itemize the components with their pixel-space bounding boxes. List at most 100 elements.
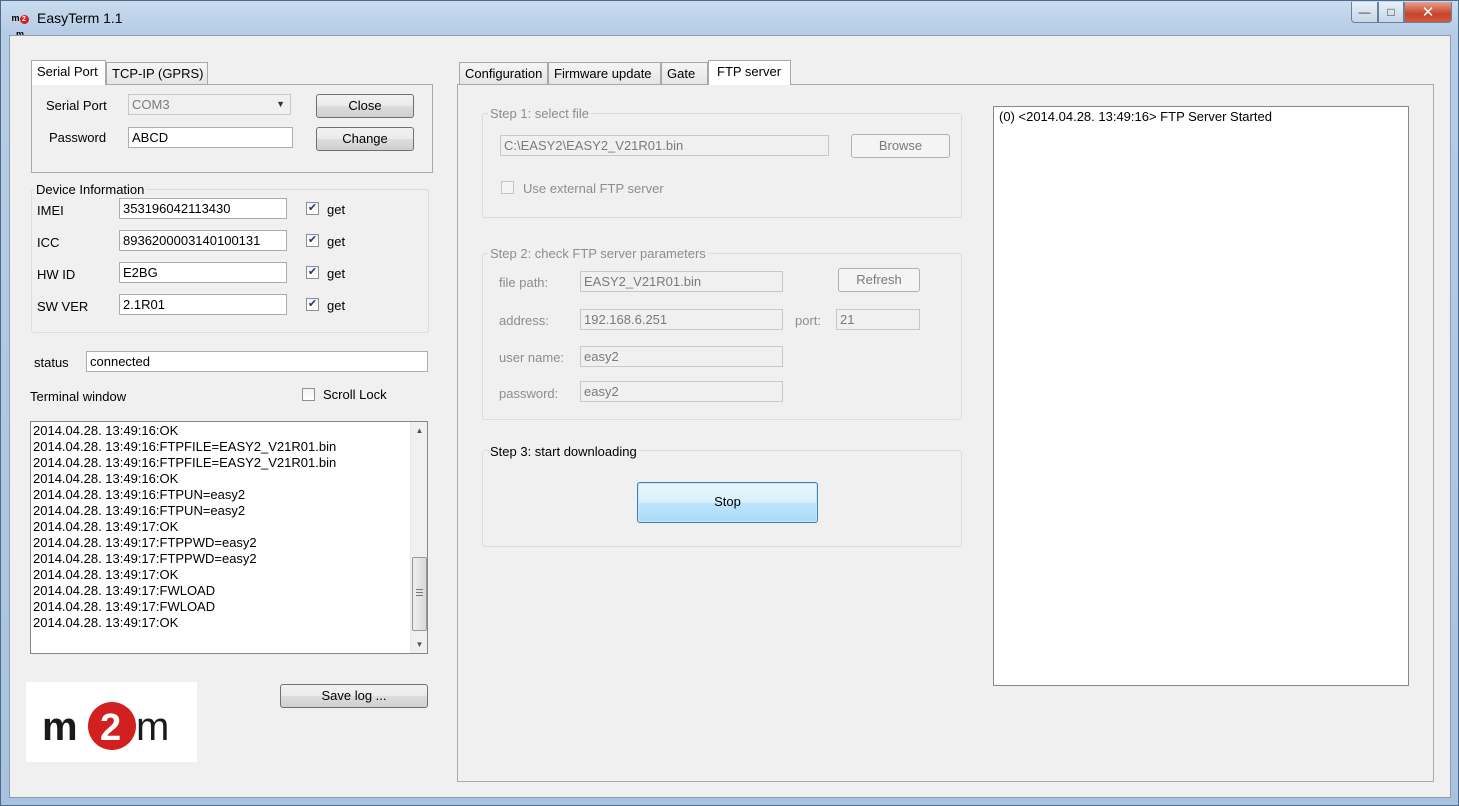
status-field[interactable]: connected [86, 351, 428, 372]
close-icon: ✕ [1421, 4, 1435, 21]
step1-group [482, 113, 962, 218]
scroll-lock-label: Scroll Lock [323, 387, 387, 402]
logo-letter-m1: m [42, 705, 78, 749]
terminal-line: 2014.04.28. 13:49:17:OK [33, 615, 179, 630]
swver-get-label: get [327, 298, 346, 313]
port-label: port: [795, 313, 822, 328]
ftp-log-lines: (0) <2014.04.28. 13:49:16> FTP Server St… [994, 107, 1408, 125]
maximize-button[interactable]: □ [1378, 2, 1404, 23]
imei-label: IMEI [37, 203, 64, 218]
checkmark-icon: ✔ [307, 202, 318, 214]
ftp-password-field[interactable]: easy2 [580, 381, 783, 402]
stop-button[interactable]: Stop [637, 482, 818, 523]
swver-field[interactable]: 2.1R01 [119, 294, 287, 315]
m2m-logo: m 2 m [26, 682, 197, 762]
serial-port-panel: Serial Port COM3 ▼ Close Password ABCD C… [31, 84, 433, 173]
icc-get-checkbox[interactable]: ✔ [306, 234, 319, 247]
scroll-down-icon[interactable]: ▼ [411, 636, 427, 653]
imei-get-checkbox[interactable]: ✔ [306, 202, 319, 215]
refresh-button[interactable]: Refresh [838, 268, 920, 292]
address-label: address: [499, 313, 549, 328]
tab-label: TCP-IP (GPRS) [112, 66, 204, 81]
tab-configuration[interactable]: Configuration [459, 62, 548, 84]
status-label: status [34, 355, 69, 370]
address-field[interactable]: 192.168.6.251 [580, 309, 783, 330]
step2-title: Step 2: check FTP server parameters [488, 246, 708, 261]
imei-field[interactable]: 353196042113430 [119, 198, 287, 219]
save-log-button[interactable]: Save log ... [280, 684, 428, 708]
terminal-line: 2014.04.28. 13:49:17:FTPPWD=easy2 [33, 535, 257, 550]
device-info-title: Device Information [34, 182, 147, 197]
terminal-line: 2014.04.28. 13:49:16:OK [33, 471, 179, 486]
change-button[interactable]: Change [316, 127, 414, 151]
swver-label: SW VER [37, 299, 89, 314]
step1-title: Step 1: select file [488, 106, 591, 121]
terminal-line: 2014.04.28. 13:49:16:OK [33, 423, 179, 438]
terminal-line: 2014.04.28. 13:49:17:FWLOAD [33, 599, 216, 614]
app-icon: m 2m [9, 10, 31, 39]
terminal-line: 2014.04.28. 13:49:17:OK [33, 567, 179, 582]
tab-label: FTP server [717, 64, 782, 79]
external-ftp-label: Use external FTP server [523, 181, 664, 196]
window-title: EasyTerm 1.1 [37, 10, 123, 26]
tab-serial-port[interactable]: Serial Port [31, 60, 106, 85]
terminal-line: 2014.04.28. 13:49:17:FTPPWD=easy2 [33, 551, 257, 566]
checkmark-icon: ✔ [307, 266, 318, 278]
icc-label: ICC [37, 235, 60, 250]
close-port-button[interactable]: Close [316, 94, 414, 118]
tab-label: Configuration [465, 66, 543, 81]
user-name-label: user name: [499, 350, 565, 365]
chevron-down-icon: ▼ [276, 99, 285, 109]
terminal-line: 2014.04.28. 13:49:16:FTPUN=easy2 [33, 487, 246, 502]
ftp-password-label: password: [499, 386, 559, 401]
terminal-line: 2014.04.28. 13:49:17:FWLOAD [33, 583, 216, 598]
close-window-button[interactable]: ✕ [1404, 2, 1452, 23]
ftp-file-field[interactable]: C:\EASY2\EASY2_V21R01.bin [500, 135, 829, 156]
terminal-output[interactable]: 2014.04.28. 13:49:16:OK 2014.04.28. 13:49… [30, 421, 428, 654]
client-area: Serial Port TCP-IP (GPRS) Serial Port CO… [9, 35, 1451, 798]
minimize-icon: — [1358, 5, 1371, 19]
icc-field[interactable]: 8936200003140100131 [119, 230, 287, 251]
tab-firmware-update[interactable]: Firmware update [548, 62, 661, 84]
ftp-log-line: (0) <2014.04.28. 13:49:16> FTP Server St… [999, 109, 1272, 124]
hwid-label: HW ID [37, 267, 76, 282]
swver-get-checkbox[interactable]: ✔ [306, 298, 319, 311]
icc-get-label: get [327, 234, 346, 249]
terminal-lines: 2014.04.28. 13:49:16:OK 2014.04.28. 13:49… [31, 422, 409, 631]
terminal-line: 2014.04.28. 13:49:16:FTPFILE=EASY2_V21R0… [33, 455, 337, 470]
tab-ftp-server[interactable]: FTP server [708, 60, 791, 85]
checkmark-icon: ✔ [307, 234, 318, 246]
app-window: m 2m EasyTerm 1.1 — □ ✕ Serial Port TCP-I… [0, 0, 1459, 806]
browse-button[interactable]: Browse [851, 134, 950, 158]
serial-port-label: Serial Port [46, 98, 107, 113]
checkmark-icon: ✔ [307, 298, 318, 310]
logo-digit-2: 2 [100, 707, 121, 749]
tab-tcp-ip[interactable]: TCP-IP (GPRS) [106, 62, 208, 84]
terminal-window-label: Terminal window [30, 389, 127, 404]
scroll-up-icon[interactable]: ▲ [411, 422, 427, 439]
scrollbar-thumb[interactable] [412, 557, 427, 631]
user-name-field[interactable]: easy2 [580, 346, 783, 367]
tab-label: Gate [667, 66, 696, 81]
scroll-lock-checkbox[interactable] [302, 388, 315, 401]
ftp-server-panel: Step 1: select file C:\EASY2\EASY2_V21R0… [457, 84, 1434, 782]
terminal-line: 2014.04.28. 13:49:16:FTPUN=easy2 [33, 503, 246, 518]
maximize-icon: □ [1387, 5, 1395, 19]
serial-port-combo[interactable]: COM3 ▼ [128, 94, 291, 115]
tab-label: Serial Port [37, 64, 98, 79]
external-ftp-checkbox[interactable] [501, 181, 514, 194]
ftp-log-area[interactable]: (0) <2014.04.28. 13:49:16> FTP Server St… [993, 106, 1409, 686]
minimize-button[interactable]: — [1351, 2, 1378, 23]
logo-letter-m2: m [136, 705, 169, 749]
step3-title: Step 3: start downloading [488, 444, 639, 459]
file-path-label: file path: [499, 275, 549, 290]
hwid-get-checkbox[interactable]: ✔ [306, 266, 319, 279]
file-path-field[interactable]: EASY2_V21R01.bin [580, 271, 783, 292]
terminal-line: 2014.04.28. 13:49:17:OK [33, 519, 179, 534]
hwid-field[interactable]: E2BG [119, 262, 287, 283]
port-field[interactable]: 21 [836, 309, 920, 330]
terminal-scrollbar[interactable]: ▲ ▼ [410, 422, 427, 653]
title-bar[interactable]: m 2m EasyTerm 1.1 — □ ✕ [1, 1, 1458, 39]
password-field[interactable]: ABCD [128, 127, 293, 148]
tab-gate[interactable]: Gate [661, 62, 708, 84]
